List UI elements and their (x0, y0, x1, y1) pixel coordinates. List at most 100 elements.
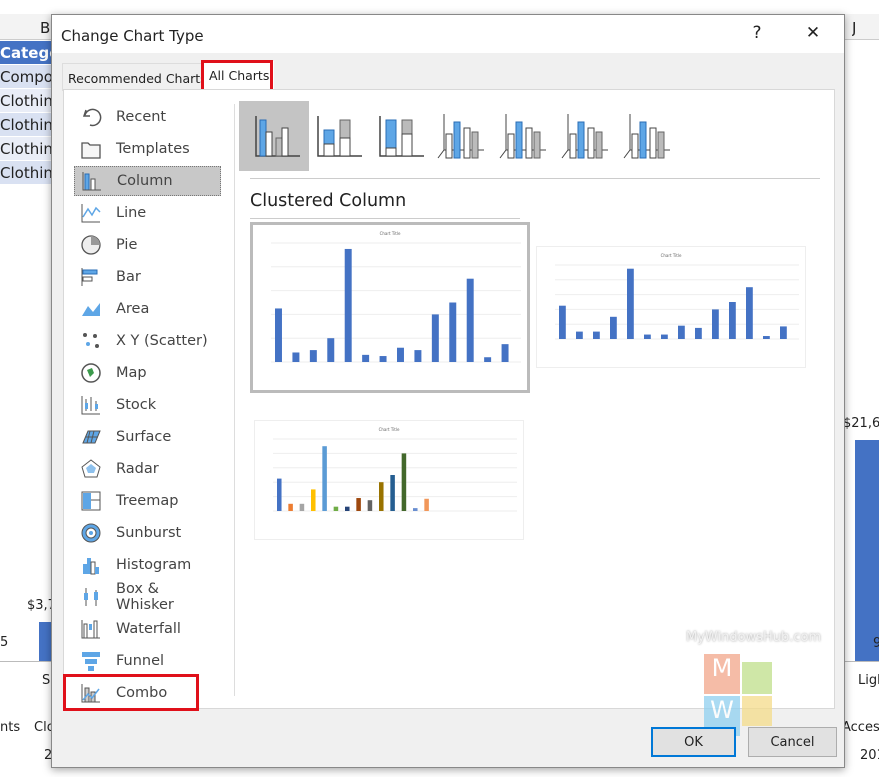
category-surface[interactable]: Surface (74, 422, 221, 452)
preview-bar (275, 308, 282, 362)
chart-label: 9 (873, 636, 879, 651)
subtype-3d-column-button[interactable] (611, 101, 681, 171)
column-header-j[interactable]: J (852, 19, 856, 37)
area-chart-icon (80, 298, 102, 320)
bar-chart-icon (80, 266, 102, 288)
3d-stacked-column-icon (499, 114, 546, 159)
preview-bar (379, 356, 387, 362)
preview-chart-title: Chart Title (379, 427, 400, 432)
subtype-100-stacked-column-button[interactable] (363, 101, 433, 171)
category-pie[interactable]: Pie (74, 230, 221, 260)
cancel-button[interactable]: Cancel (748, 727, 837, 757)
category-label: Surface (116, 429, 172, 445)
preview-bar (644, 334, 651, 339)
column-chart-icon (81, 170, 103, 192)
chart-preview-1[interactable]: Chart Title (250, 222, 530, 393)
preview-bar (661, 334, 668, 339)
tab-recommended-charts[interactable]: Recommended Charts (62, 63, 213, 91)
separator (250, 218, 520, 219)
category-recent[interactable]: Recent (74, 102, 221, 132)
divider (234, 104, 235, 696)
preview-bar (356, 498, 361, 511)
preview-bar (746, 287, 753, 339)
subtype-3d-clustered-column-button[interactable] (425, 101, 495, 171)
close-button[interactable]: ✕ (798, 23, 828, 43)
axis-label: 201 (860, 748, 879, 763)
column-header-b[interactable]: B (40, 19, 50, 37)
category-map[interactable]: Map (74, 358, 221, 388)
category-bar[interactable]: Bar (74, 262, 221, 292)
category-label: Funnel (116, 653, 165, 669)
line-chart-icon (80, 202, 102, 224)
table-cell[interactable]: Clothing (0, 113, 52, 137)
chart-bar (39, 622, 51, 662)
axis-label: S (42, 673, 51, 688)
preview-bar (345, 506, 350, 511)
subtype-stacked-column-button[interactable] (301, 101, 371, 171)
preview-bar (431, 314, 439, 362)
chart-preview-3[interactable]: Chart Title (254, 420, 524, 540)
preview-bar (413, 508, 418, 511)
category-header-cell[interactable]: Catego (0, 41, 52, 65)
category-label: Stock (116, 397, 157, 413)
3d-clustered-column-icon (437, 114, 484, 159)
category-label: Box & Whisker (116, 581, 174, 613)
preview-bar (390, 475, 395, 511)
category-line[interactable]: Line (74, 198, 221, 228)
preview-bar (277, 478, 282, 511)
ok-button[interactable]: OK (651, 727, 736, 757)
preview-bar (397, 347, 404, 362)
category-radar[interactable]: Radar (74, 454, 221, 484)
subtype-3d-stacked-column-button[interactable] (487, 101, 557, 171)
preview-bar (712, 309, 719, 339)
category-waterfall[interactable]: Waterfall (74, 614, 221, 644)
axis-label: Access (842, 720, 879, 735)
preview-bar (322, 446, 327, 511)
category-label: Bar (116, 269, 141, 285)
chart-label: 5 (0, 635, 9, 650)
category-column[interactable]: Column (74, 166, 221, 196)
preview-bar (288, 503, 293, 511)
table-cell[interactable]: Compo (0, 65, 52, 89)
histogram-icon (80, 554, 102, 576)
chart-preview-2[interactable]: Chart Title (536, 246, 806, 368)
category-label: Pie (116, 237, 138, 253)
preview-bar (780, 326, 787, 339)
category-treemap[interactable]: Treemap (74, 486, 221, 516)
surface-chart-icon (80, 426, 102, 448)
table-cell[interactable]: Clothing (0, 137, 52, 161)
category-templates[interactable]: Templates (74, 134, 221, 164)
preview-bar (576, 331, 583, 339)
sunburst-icon (80, 522, 102, 544)
category-area[interactable]: Area (74, 294, 221, 324)
category-histogram[interactable]: Histogram (74, 550, 221, 580)
title-bar: Change Chart Type ? ✕ (52, 15, 844, 53)
change-chart-type-dialog: Change Chart Type ? ✕ Recommended Charts… (51, 14, 845, 768)
category-label: Sunburst (116, 525, 182, 541)
help-button[interactable]: ? (742, 23, 772, 43)
watermark-text: MyWindowsHub.com (686, 630, 822, 645)
preview-bar (362, 354, 370, 362)
subtype-title: Clustered Column (250, 191, 407, 211)
category-funnel[interactable]: Funnel (74, 646, 221, 676)
preview-bar (424, 498, 429, 511)
stock-chart-icon (80, 394, 102, 416)
preview-bar (466, 278, 474, 362)
table-cell[interactable]: Clothing (0, 89, 52, 113)
category-x-y-scatter[interactable]: X Y (Scatter) (74, 326, 221, 356)
category-stock[interactable]: Stock (74, 390, 221, 420)
preview-bar (729, 302, 736, 339)
preview-bar (449, 302, 457, 362)
preview-bar (695, 327, 702, 339)
preview-bar (593, 331, 600, 339)
category-sunburst[interactable]: Sunburst (74, 518, 221, 548)
axis-label: Ligh (858, 673, 879, 688)
preview-bar (333, 506, 339, 511)
highlight-combo (63, 674, 199, 711)
category-box-whisker[interactable]: Box & Whisker (74, 581, 221, 613)
subtype-clustered-column-button[interactable] (239, 101, 309, 171)
category-label: Column (117, 173, 173, 189)
table-cell[interactable]: Clothing (0, 161, 52, 185)
preview-bar (627, 268, 634, 339)
subtype-3d-100-stacked-column-button[interactable] (549, 101, 619, 171)
